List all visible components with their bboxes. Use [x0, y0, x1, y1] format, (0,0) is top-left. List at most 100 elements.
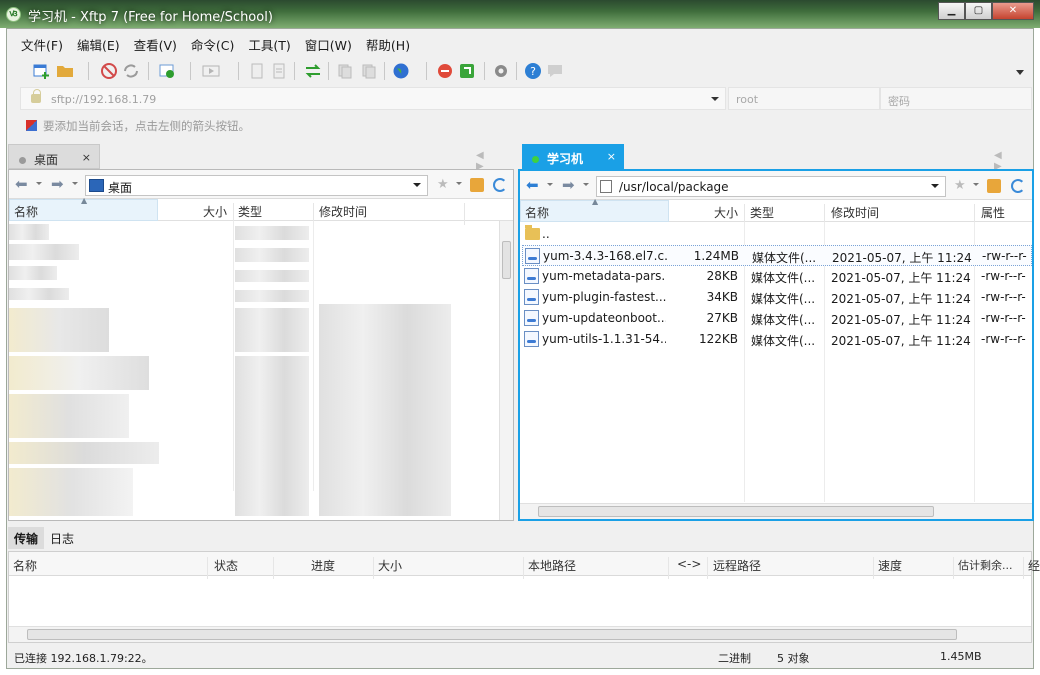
file-row[interactable]: yum-plugin-fastest... 34KB 媒体文件(... 2021…	[522, 287, 1032, 308]
forward-arrow-icon[interactable]: ➡	[51, 177, 64, 192]
col-speed[interactable]: 速度	[878, 557, 902, 574]
paste-icon[interactable]	[270, 62, 288, 80]
file-row[interactable]: yum-updateonboot... 27KB 媒体文件(... 2021-0…	[522, 308, 1032, 329]
col-status[interactable]: 状态	[214, 557, 238, 574]
help-icon[interactable]: ?	[524, 62, 542, 80]
col-local-path[interactable]: 本地路径	[528, 557, 576, 574]
col-direction[interactable]: <->	[677, 557, 701, 571]
new-transfer-icon[interactable]	[158, 62, 176, 80]
col-progress[interactable]: 进度	[311, 557, 335, 574]
host-address-field[interactable]: sftp://192.168.1.79	[20, 87, 726, 110]
parent-directory-row[interactable]: ..	[522, 224, 1032, 245]
reconnect-icon[interactable]	[122, 62, 140, 80]
back-arrow-icon[interactable]: ⬅	[15, 177, 28, 192]
favorite-star-icon[interactable]: ★	[437, 178, 451, 192]
path-dropdown-icon[interactable]	[931, 184, 939, 192]
minimize-button[interactable]: ▁	[938, 2, 965, 20]
col-eta[interactable]: 估计剩余...	[958, 557, 1013, 573]
tab-study-machine[interactable]: 学习机 ×	[522, 144, 624, 169]
tab-log[interactable]: 日志	[44, 527, 80, 549]
file-type: 媒体文件(...	[752, 251, 817, 265]
file-type: 媒体文件(...	[751, 292, 816, 306]
col-size[interactable]: 大小	[203, 203, 227, 220]
remote-path-field[interactable]: /usr/local/package	[596, 176, 946, 197]
menu-file[interactable]: 文件(F)	[14, 32, 70, 54]
file-attributes: -rw-r--r-	[981, 269, 1026, 283]
file-name: yum-updateonboot...	[542, 311, 666, 325]
right-tab-bar: 学习机 × ◀ ▶	[522, 144, 1032, 172]
local-vertical-scrollbar[interactable]	[499, 221, 513, 520]
tab-status-dot	[19, 157, 26, 164]
menu-view[interactable]: 查看(V)	[127, 32, 184, 54]
col-size[interactable]: 大小	[714, 204, 738, 221]
col-elapsed[interactable]: 经	[1028, 557, 1040, 574]
path-dropdown-icon[interactable]	[413, 183, 421, 191]
file-attributes: -rw-r--r-	[981, 311, 1026, 325]
globe-icon[interactable]	[392, 62, 410, 80]
transfer-horizontal-scrollbar[interactable]	[9, 626, 1031, 642]
forward-arrow-icon[interactable]: ➡	[562, 178, 575, 193]
xftp-app-icon[interactable]: ꟃ	[6, 7, 21, 22]
address-dropdown-icon[interactable]	[711, 97, 719, 105]
refresh-icon[interactable]	[1011, 179, 1025, 193]
home-folder-icon[interactable]	[470, 178, 484, 192]
add-session-arrow-icon[interactable]	[26, 120, 37, 131]
col-type[interactable]: 类型	[750, 204, 774, 221]
disconnect-icon[interactable]	[100, 62, 118, 80]
col-modified[interactable]: 修改时间	[319, 203, 367, 220]
refresh-icon[interactable]	[493, 178, 507, 192]
favorite-star-icon[interactable]: ★	[954, 179, 968, 193]
password-field[interactable]: 密码	[880, 87, 1032, 110]
col-type[interactable]: 类型	[238, 203, 262, 220]
remote-column-header: 名称 ▲ 大小 类型 修改时间 属性	[520, 197, 1032, 226]
new-session-icon[interactable]	[32, 62, 50, 80]
chat-icon[interactable]	[546, 62, 564, 80]
col-name[interactable]: 名称	[14, 203, 38, 220]
col-name[interactable]: 名称	[13, 557, 37, 574]
open-folder-icon[interactable]	[56, 62, 74, 80]
view-icon[interactable]	[202, 62, 220, 80]
file-row[interactable]: yum-metadata-pars... 28KB 媒体文件(... 2021-…	[522, 266, 1032, 287]
toolbar-overflow-icon[interactable]	[1016, 68, 1024, 76]
local-path-field[interactable]: 桌面	[85, 175, 428, 196]
menu-edit[interactable]: 编辑(E)	[70, 32, 127, 54]
menu-command[interactable]: 命令(C)	[184, 32, 241, 54]
tab-transfers[interactable]: 传输	[8, 527, 45, 549]
scroll-thumb[interactable]	[502, 241, 511, 279]
menu-help[interactable]: 帮助(H)	[359, 32, 417, 54]
scroll-thumb[interactable]	[538, 506, 934, 517]
address-row: sftp://192.168.1.79 root 密码	[20, 87, 1032, 111]
move-files-icon[interactable]	[360, 62, 378, 80]
col-name[interactable]: 名称	[525, 204, 549, 221]
col-modified[interactable]: 修改时间	[831, 204, 879, 221]
tab-close-icon[interactable]: ×	[82, 151, 91, 164]
copy-files-icon[interactable]	[336, 62, 354, 80]
xshell-icon[interactable]	[436, 62, 454, 80]
session-hint: 要添加当前会话，点击左侧的箭头按钮。	[26, 118, 250, 134]
file-type: 媒体文件(...	[751, 271, 816, 285]
close-button[interactable]: ✕	[992, 2, 1034, 20]
file-name: yum-plugin-fastest...	[542, 290, 666, 304]
remote-horizontal-scrollbar[interactable]	[520, 503, 1032, 519]
sort-asc-icon: ▲	[81, 196, 88, 205]
tab-desktop[interactable]: 桌面 ×	[8, 144, 100, 169]
sync-icon[interactable]	[304, 62, 322, 80]
xftp-icon[interactable]	[458, 62, 476, 80]
menu-window[interactable]: 窗口(W)	[298, 32, 359, 54]
tab-close-icon[interactable]: ×	[607, 150, 616, 163]
settings-gear-icon[interactable]	[492, 62, 510, 80]
file-row[interactable]: yum-utils-1.1.31-54.... 122KB 媒体文件(... 2…	[522, 329, 1032, 350]
remote-path-value: /usr/local/package	[619, 180, 729, 194]
col-size[interactable]: 大小	[378, 557, 402, 574]
username-field[interactable]: root	[728, 87, 880, 110]
back-arrow-icon[interactable]: ⬅	[526, 178, 539, 193]
file-row[interactable]: yum-3.4.3-168.el7.c... 1.24MB 媒体文件(... 2…	[522, 245, 1032, 266]
col-remote-path[interactable]: 远程路径	[713, 557, 761, 574]
scroll-thumb[interactable]	[27, 629, 957, 640]
menu-tools[interactable]: 工具(T)	[241, 32, 297, 54]
home-folder-icon[interactable]	[987, 179, 1001, 193]
maximize-button[interactable]: ▢	[965, 2, 992, 20]
col-attributes[interactable]: 属性	[981, 204, 1005, 221]
copy-icon[interactable]	[248, 62, 266, 80]
connection-status: 已连接 192.168.1.79:22。	[14, 652, 153, 665]
